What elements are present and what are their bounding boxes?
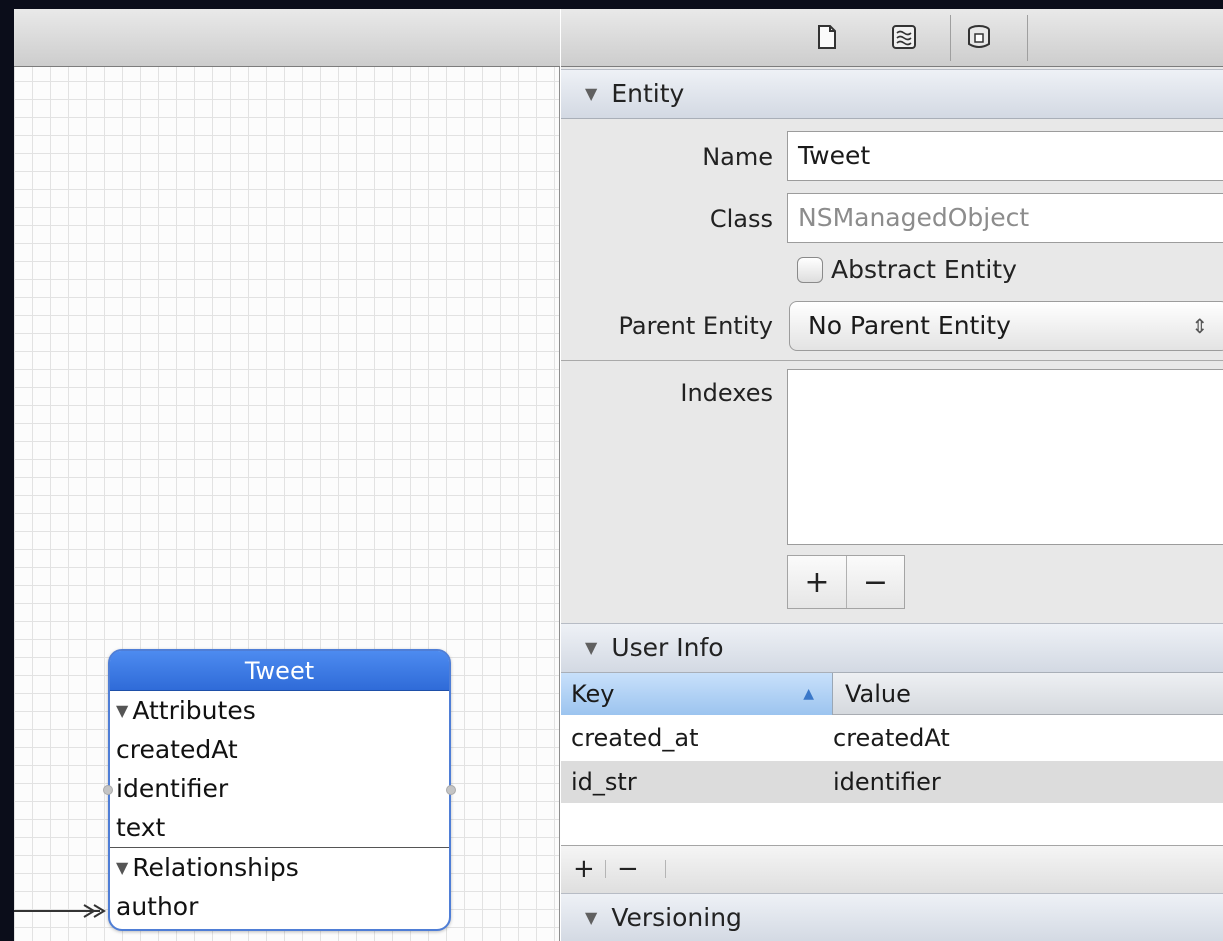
toolbar-separator — [950, 15, 951, 61]
add-index-button[interactable]: + — [788, 556, 846, 608]
model-editor-canvas[interactable]: Tweet ▼ Attributes createdAt identifier t… — [14, 9, 560, 941]
quick-help-icon[interactable] — [890, 23, 918, 51]
canvas-header-bar — [14, 9, 560, 67]
row-key: id_str — [571, 768, 637, 796]
sort-ascending-icon: ▲ — [803, 686, 814, 702]
class-label: Class — [709, 205, 773, 233]
footer-separator — [665, 860, 666, 878]
remove-index-button[interactable]: − — [846, 556, 904, 608]
user-info-footer: + − — [561, 845, 1223, 899]
disclosure-triangle-icon[interactable]: ▼ — [585, 84, 597, 103]
data-model-inspector: ▼ Entity Name Tweet Class NSManagedObject… — [561, 9, 1223, 941]
attribute-row[interactable]: text — [110, 808, 449, 847]
relationship-arrow-icon — [14, 904, 106, 918]
disclosure-triangle-icon[interactable]: ▼ — [585, 908, 597, 927]
attribute-row[interactable]: identifier — [110, 769, 449, 808]
table-row[interactable]: id_str identifier — [561, 761, 1223, 803]
indexes-add-remove: + − — [787, 555, 905, 609]
add-user-info-button[interactable]: + — [573, 854, 595, 884]
parent-entity-value: No Parent Entity — [808, 311, 1011, 340]
relationship-row[interactable]: author — [110, 887, 449, 926]
abstract-entity-checkbox[interactable] — [797, 257, 823, 283]
disclosure-triangle-icon[interactable]: ▼ — [116, 858, 128, 877]
popup-arrows-icon: ⇕ — [1191, 314, 1208, 338]
key-column-header[interactable]: Key ▲ — [561, 673, 833, 715]
attribute-row[interactable]: createdAt — [110, 730, 449, 769]
file-inspector-icon[interactable] — [813, 23, 841, 51]
value-column-header[interactable]: Value — [845, 673, 911, 715]
data-model-inspector-icon[interactable] — [965, 23, 993, 51]
entity-node-tweet[interactable]: Tweet ▼ Attributes createdAt identifier t… — [103, 649, 456, 931]
entity-node-title[interactable]: Tweet — [110, 651, 449, 691]
inspector-toolbar — [561, 9, 1223, 67]
table-row[interactable]: created_at createdAt — [561, 717, 1223, 759]
user-info-section-header[interactable]: ▼ User Info — [561, 623, 1223, 673]
section-divider — [561, 360, 1223, 361]
connection-handle-left[interactable] — [103, 785, 113, 795]
disclosure-triangle-icon[interactable]: ▼ — [585, 638, 597, 657]
entity-name-field[interactable]: Tweet — [787, 131, 1223, 181]
name-label: Name — [702, 143, 773, 171]
attributes-header[interactable]: ▼ Attributes — [110, 691, 449, 730]
footer-separator — [605, 860, 606, 878]
row-key: created_at — [571, 724, 699, 752]
user-info-table[interactable]: Key ▲ Value created_at createdAt id_str … — [561, 673, 1223, 845]
disclosure-triangle-icon[interactable]: ▼ — [116, 701, 128, 720]
parent-entity-popup[interactable]: No Parent Entity ⇕ — [789, 301, 1223, 351]
relationships-header[interactable]: ▼ Relationships — [110, 847, 449, 887]
toolbar-separator — [1027, 15, 1028, 61]
xcode-window: Tweet ▼ Attributes createdAt identifier t… — [14, 9, 1223, 941]
row-value: identifier — [833, 768, 941, 796]
remove-user-info-button[interactable]: − — [617, 854, 639, 884]
entity-section-header[interactable]: ▼ Entity — [561, 69, 1223, 119]
row-value: createdAt — [833, 724, 950, 752]
user-info-table-header: Key ▲ Value — [561, 673, 1223, 715]
indexes-label: Indexes — [680, 379, 773, 407]
class-field[interactable]: NSManagedObject — [787, 193, 1223, 243]
abstract-entity-label[interactable]: Abstract Entity — [831, 255, 1017, 284]
versioning-section-header[interactable]: ▼ Versioning — [561, 893, 1223, 941]
connection-handle-right[interactable] — [446, 785, 456, 795]
indexes-list[interactable] — [787, 369, 1223, 545]
parent-entity-label: Parent Entity — [618, 312, 773, 340]
